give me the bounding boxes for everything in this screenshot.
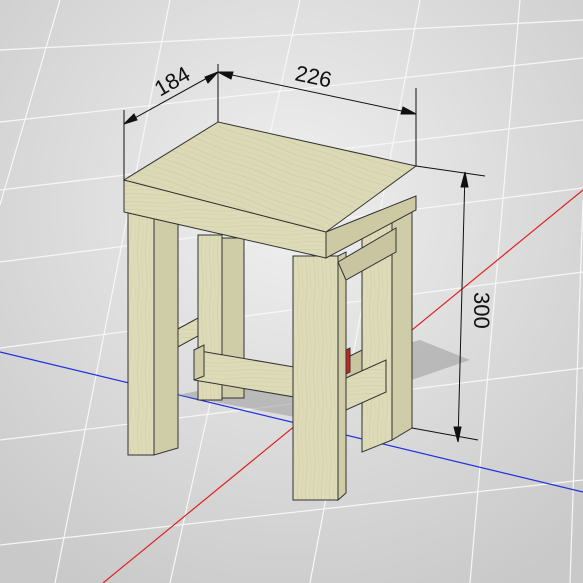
back-right-dark-strip [345, 347, 351, 375]
front-left-leg-side [153, 204, 179, 456]
height-dimension-label: 300 [469, 292, 494, 329]
front-left-leg [127, 211, 155, 456]
3d-viewport[interactable]: 184 226 300 [0, 0, 583, 583]
front-right-leg-side [337, 251, 347, 502]
back-rail-side [193, 344, 205, 381]
front-right-leg [292, 255, 339, 501]
stool-drawing: 184 226 300 [0, 0, 583, 583]
